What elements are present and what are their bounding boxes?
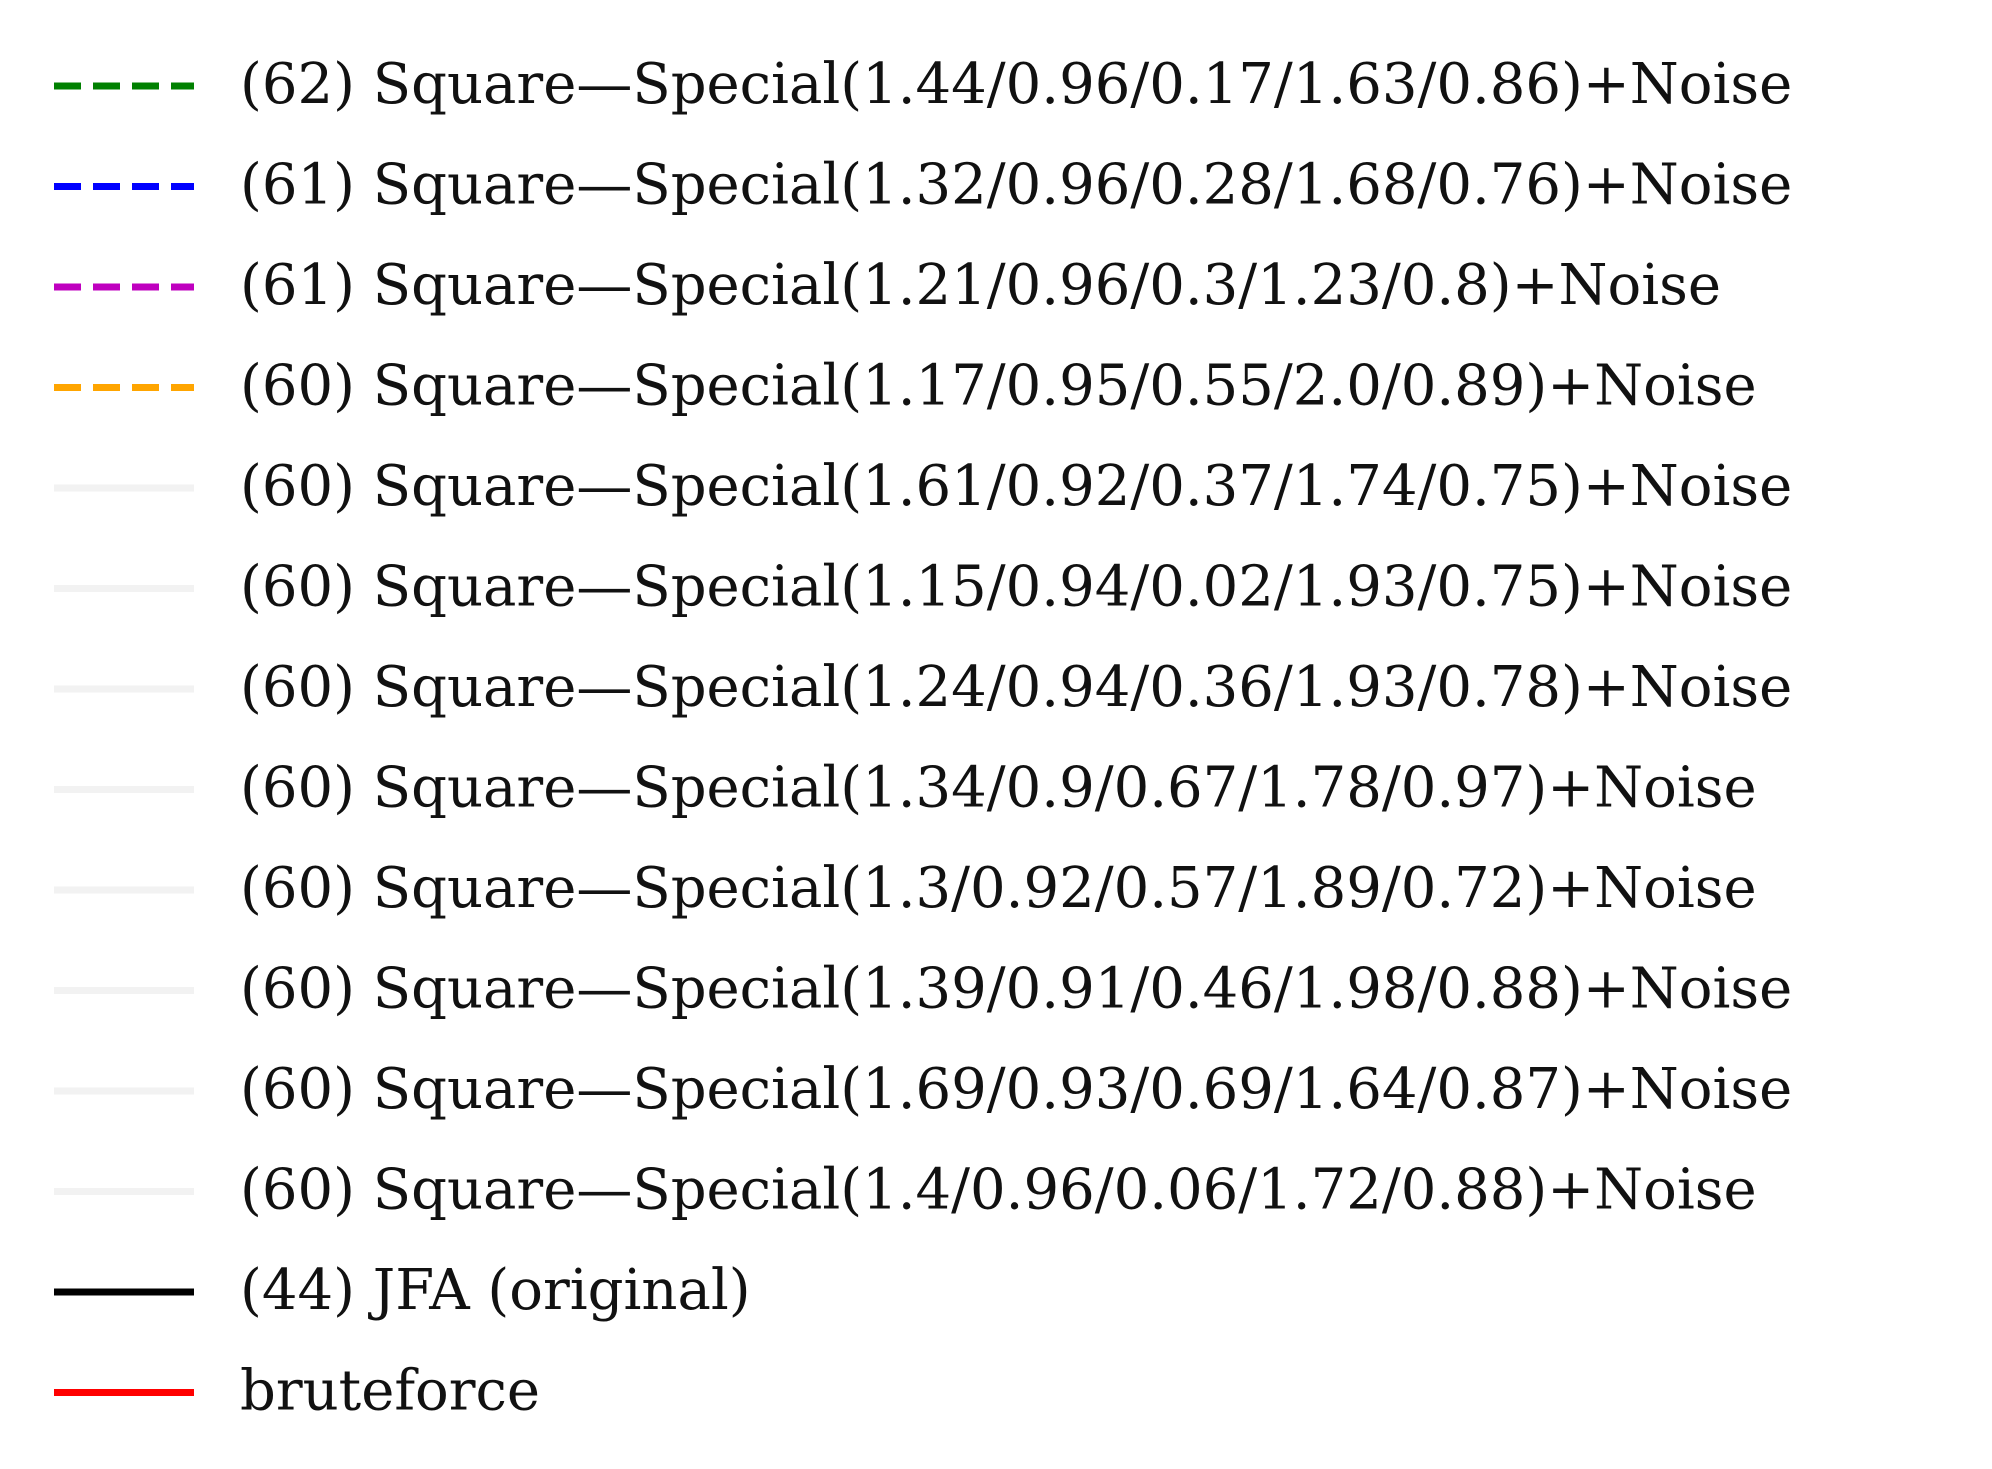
legend-entry: (61) Square—Special(1.21/0.96/0.3/1.23/0… — [54, 253, 1721, 318]
legend-label: (60) Square—Special(1.69/0.93/0.69/1.64/… — [240, 1057, 1792, 1122]
legend-label: (60) Square—Special(1.4/0.96/0.06/1.72/0… — [240, 1158, 1757, 1223]
legend-entry: (60) Square—Special(1.3/0.92/0.57/1.89/0… — [54, 856, 1757, 921]
legend-label: (60) Square—Special(1.17/0.95/0.55/2.0/0… — [240, 354, 1757, 419]
legend-svg: (62) Square—Special(1.44/0.96/0.17/1.63/… — [54, 52, 1792, 1424]
legend-entry: (61) Square—Special(1.32/0.96/0.28/1.68/… — [54, 153, 1792, 218]
legend-label: (62) Square—Special(1.44/0.96/0.17/1.63/… — [240, 52, 1792, 117]
legend-label: (61) Square—Special(1.21/0.96/0.3/1.23/0… — [240, 253, 1721, 318]
legend-label: (60) Square—Special(1.61/0.92/0.37/1.74/… — [240, 454, 1792, 519]
legend-label: (61) Square—Special(1.32/0.96/0.28/1.68/… — [240, 153, 1792, 218]
legend-entry: (44) JFA (original) — [54, 1258, 751, 1323]
legend-entry: (60) Square—Special(1.4/0.96/0.06/1.72/0… — [54, 1158, 1757, 1223]
legend-label: (60) Square—Special(1.15/0.94/0.02/1.93/… — [240, 555, 1792, 620]
legend-entry: (60) Square—Special(1.15/0.94/0.02/1.93/… — [54, 555, 1792, 620]
legend-entry: (62) Square—Special(1.44/0.96/0.17/1.63/… — [54, 52, 1792, 117]
legend-label: (60) Square—Special(1.34/0.9/0.67/1.78/0… — [240, 756, 1757, 821]
legend-entry: (60) Square—Special(1.69/0.93/0.69/1.64/… — [54, 1057, 1792, 1122]
legend-entry: bruteforce — [54, 1359, 540, 1424]
legend-label: (60) Square—Special(1.3/0.92/0.57/1.89/0… — [240, 856, 1757, 921]
legend-entry: (60) Square—Special(1.34/0.9/0.67/1.78/0… — [54, 756, 1757, 821]
legend-entry: (60) Square—Special(1.24/0.94/0.36/1.93/… — [54, 655, 1792, 720]
legend-label: bruteforce — [240, 1359, 540, 1424]
legend-entry: (60) Square—Special(1.61/0.92/0.37/1.74/… — [54, 454, 1792, 519]
legend-entry: (60) Square—Special(1.39/0.91/0.46/1.98/… — [54, 957, 1792, 1022]
legend-entry: (60) Square—Special(1.17/0.95/0.55/2.0/0… — [54, 354, 1757, 419]
chart-legend: (62) Square—Special(1.44/0.96/0.17/1.63/… — [0, 0, 1992, 1469]
legend-label: (60) Square—Special(1.39/0.91/0.46/1.98/… — [240, 957, 1792, 1022]
legend-label: (44) JFA (original) — [240, 1258, 751, 1323]
legend-label: (60) Square—Special(1.24/0.94/0.36/1.93/… — [240, 655, 1792, 720]
